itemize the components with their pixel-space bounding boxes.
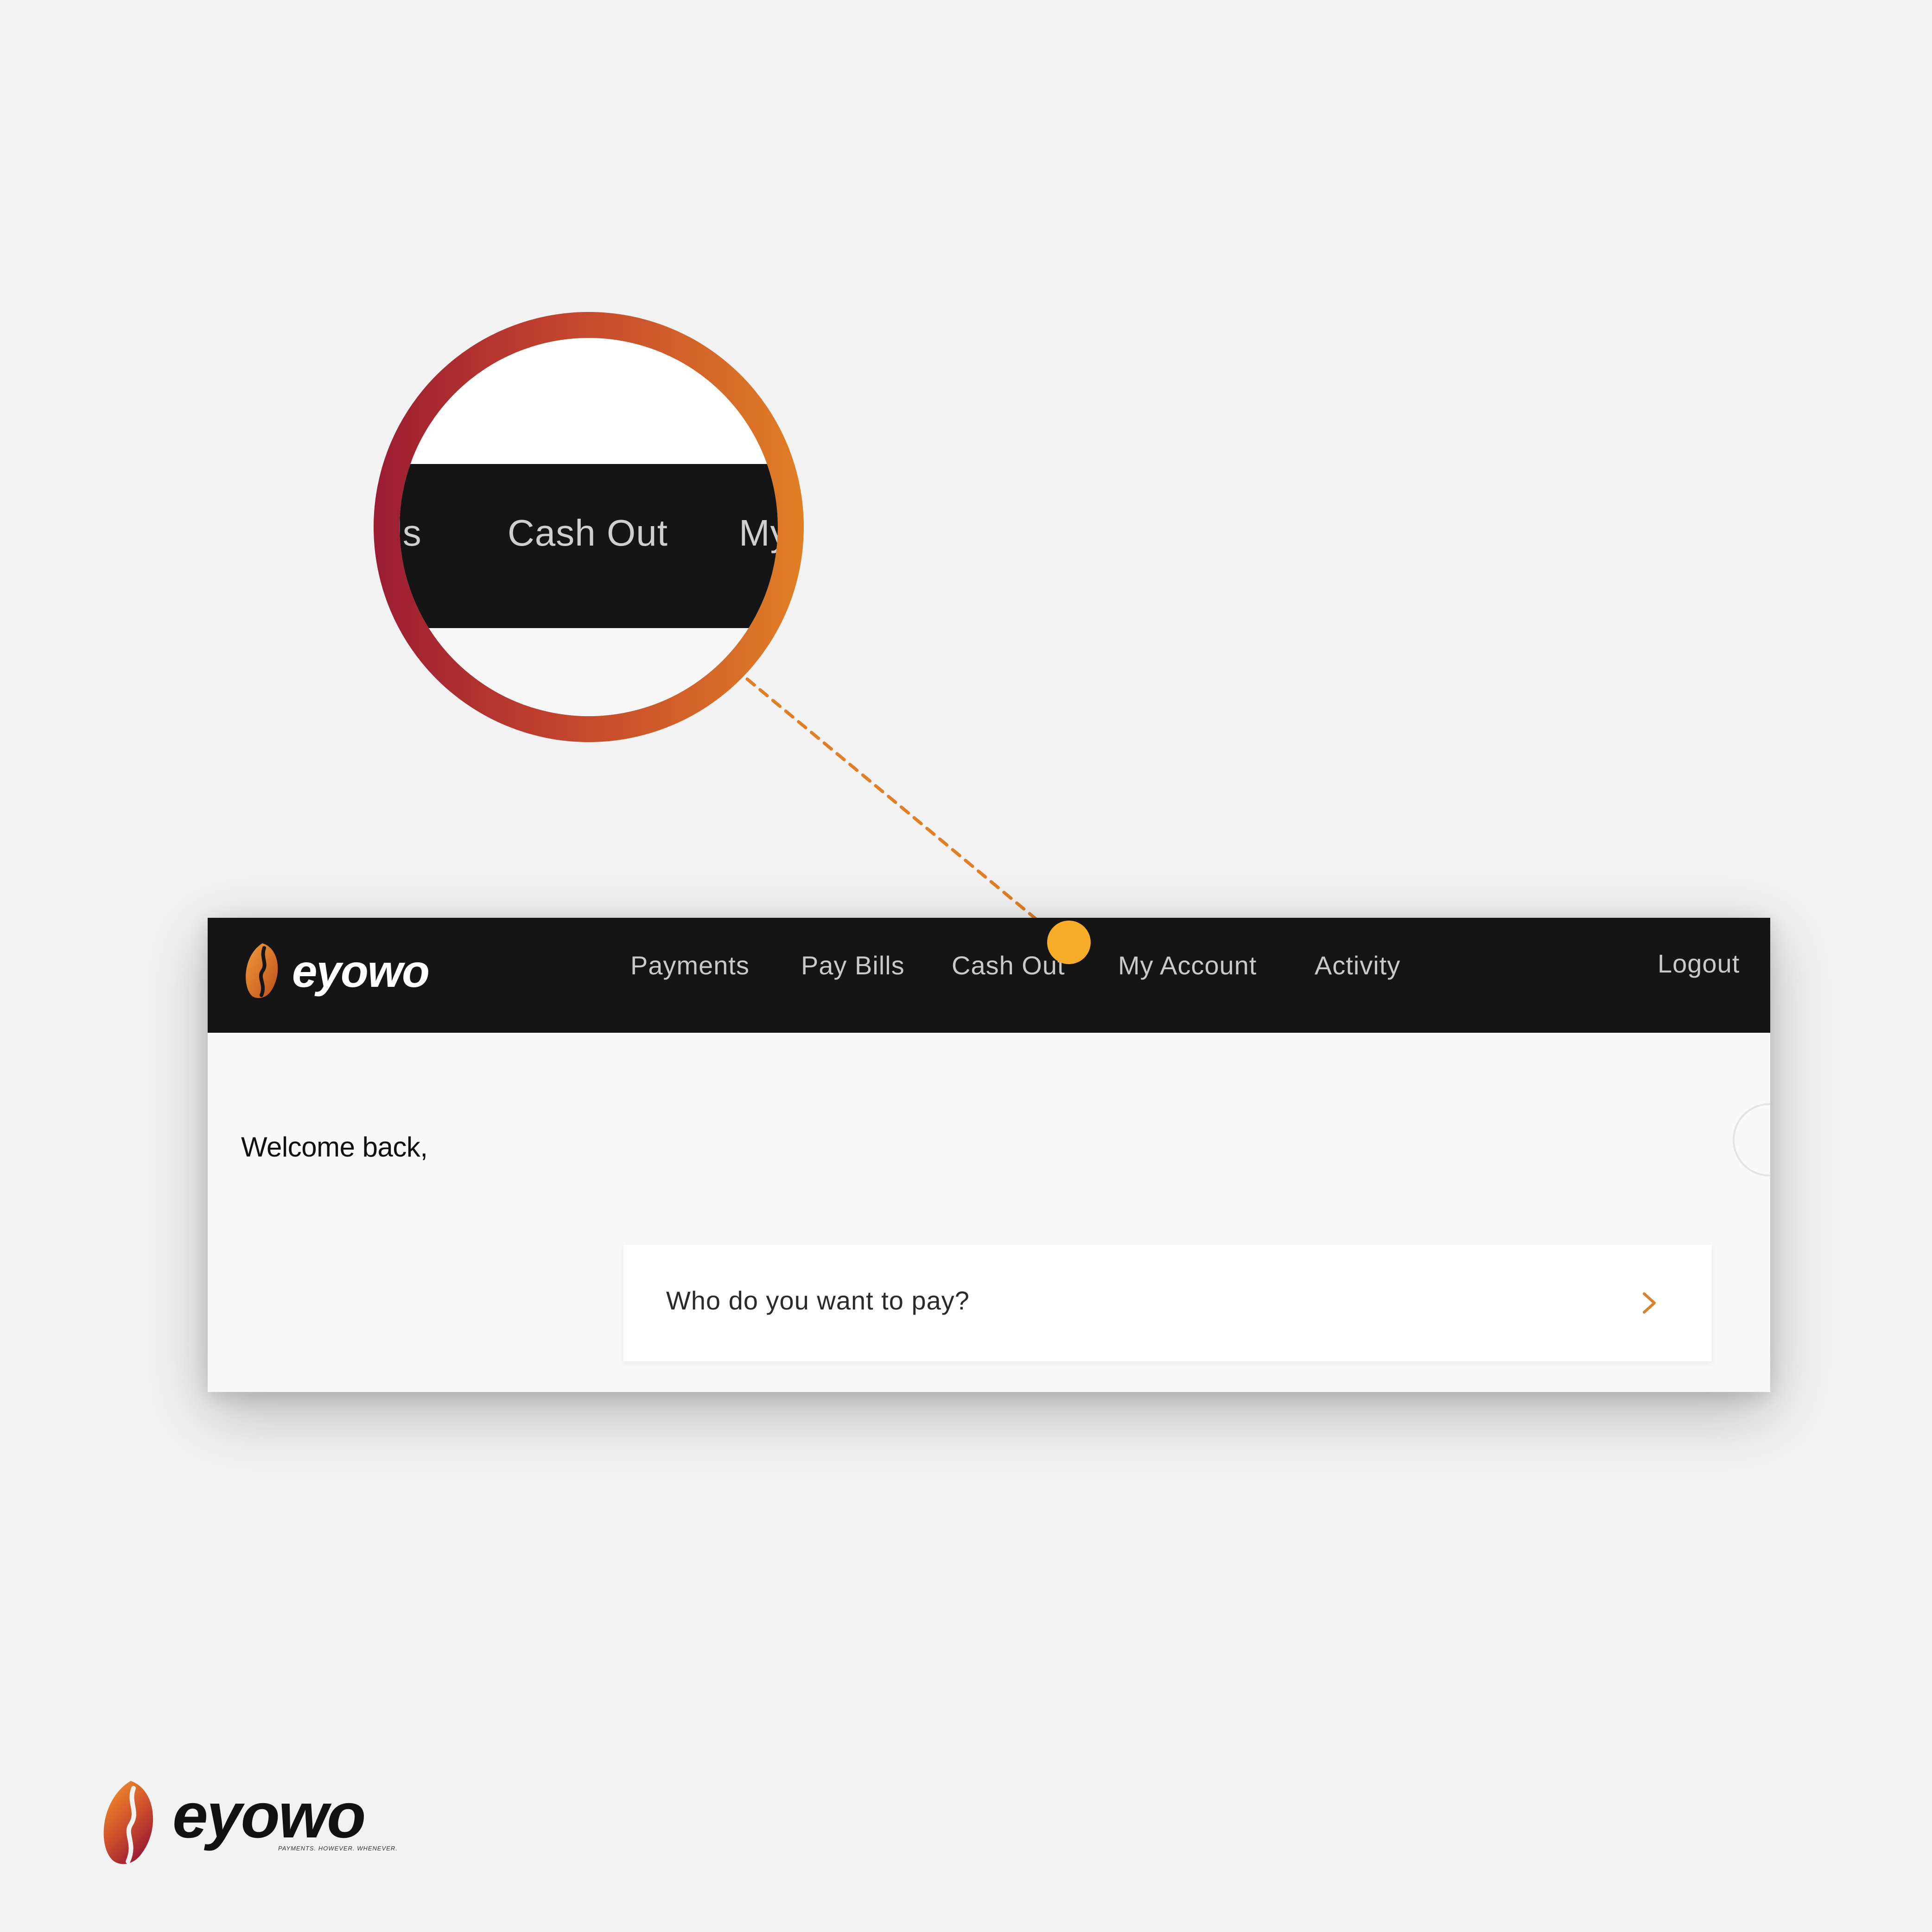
side-avatar-circle[interactable] bbox=[1733, 1103, 1770, 1176]
nav-cash-out[interactable]: Cash Out bbox=[952, 950, 1065, 980]
top-navbar: eyowo Payments Pay Bills Cash Out My Acc… bbox=[208, 918, 1770, 1033]
brand-name: eyowo bbox=[292, 946, 430, 997]
magnified-partial-label-left: ls bbox=[400, 512, 422, 553]
zoom-magnifier: ls Cash Out My bbox=[374, 312, 804, 742]
cowrie-logo-icon bbox=[103, 1781, 153, 1864]
brand-logo-link[interactable]: eyowo bbox=[241, 936, 430, 1006]
footer-brand: eyowo PAYMENTS. HOWEVER. WHENEVER. bbox=[97, 1775, 413, 1868]
magnified-content bbox=[400, 628, 778, 716]
magnified-cash-out-label: Cash Out bbox=[508, 512, 668, 553]
nav-pay-bills[interactable]: Pay Bills bbox=[801, 950, 905, 980]
nav-activity[interactable]: Activity bbox=[1315, 950, 1400, 980]
cowrie-logo-icon bbox=[246, 943, 278, 998]
footer-brand-name: eyowo bbox=[172, 1780, 366, 1851]
who-to-pay-label: Who do you want to pay? bbox=[666, 1286, 970, 1315]
who-to-pay-card[interactable]: Who do you want to pay? bbox=[623, 1245, 1712, 1361]
logout-link[interactable]: Logout bbox=[1658, 948, 1740, 979]
magnified-partial-label-right: My bbox=[739, 512, 778, 553]
welcome-heading: Welcome back, bbox=[241, 1131, 428, 1163]
nav-payments[interactable]: Payments bbox=[630, 950, 750, 980]
highlight-marker bbox=[1047, 921, 1091, 964]
magnifier-view: ls Cash Out My bbox=[400, 338, 778, 716]
footer-tagline: PAYMENTS. HOWEVER. WHENEVER. bbox=[278, 1845, 398, 1852]
nav-my-account[interactable]: My Account bbox=[1118, 950, 1257, 980]
app-window: eyowo Payments Pay Bills Cash Out My Acc… bbox=[208, 918, 1770, 1392]
chevron-right-icon bbox=[1643, 1292, 1656, 1314]
